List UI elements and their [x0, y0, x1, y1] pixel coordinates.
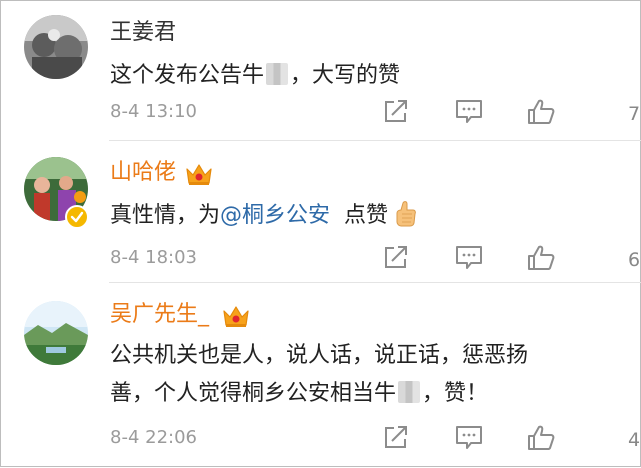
like-button[interactable]	[526, 97, 556, 127]
comment-text-part: 这个发布公告牛	[110, 63, 265, 88]
comment-button[interactable]	[454, 97, 484, 125]
comment-icon	[456, 100, 482, 123]
comment-button[interactable]	[454, 243, 484, 271]
comment-text-part: 真性情，为	[110, 203, 221, 228]
username[interactable]: 吴广先生_	[110, 301, 209, 329]
verified-badge-icon	[65, 205, 89, 229]
like-count: 7	[628, 103, 641, 125]
comment-text-line: 公共机关也是人，说人话，说正话，惩恶扬	[110, 343, 529, 368]
mosaic-censor	[266, 63, 289, 85]
comment-text: 真性情，为@桐乡公安 点赞	[110, 197, 620, 241]
comment-time: 8-4 18:03	[110, 247, 197, 268]
like-icon	[528, 245, 555, 270]
thumbs-up-emoji-icon	[392, 200, 418, 241]
comment-icon	[456, 426, 482, 449]
comment-time: 8-4 13:10	[110, 101, 197, 122]
username[interactable]: 王姜君	[110, 19, 176, 47]
avatar[interactable]	[24, 301, 88, 365]
comment-text-part: ，赞！	[422, 381, 489, 406]
comment-time: 8-4 22:06	[110, 427, 197, 448]
comment-item: 王姜君 这个发布公告牛 ，大写的赞 8-4 13:10 7	[1, 1, 641, 141]
comment-list: 王姜君 这个发布公告牛 ，大写的赞 8-4 13:10 7 山哈佬 真性情，为@…	[0, 0, 641, 467]
share-button[interactable]	[382, 243, 410, 271]
vip-crown-icon	[221, 303, 251, 329]
comment-text-part: ，大写的赞	[290, 63, 401, 88]
comment-text-line: 善，个人觉得桐乡公安相当牛 ，赞！	[110, 375, 620, 413]
share-button[interactable]	[382, 97, 410, 125]
avatar[interactable]	[24, 15, 88, 79]
share-button[interactable]	[382, 423, 410, 451]
mosaic-censor	[398, 381, 421, 403]
comment-text: 公共机关也是人，说人话，说正话，惩恶扬 善，个人觉得桐乡公安相当牛 ，赞！	[110, 337, 620, 413]
comment-text-part: 点赞	[344, 203, 389, 228]
username[interactable]: 山哈佬	[110, 159, 176, 187]
comment-text: 这个发布公告牛 ，大写的赞	[110, 57, 620, 95]
mention-link[interactable]: @桐乡公安	[220, 203, 330, 228]
comment-item: 吴广先生_ 公共机关也是人，说人话，说正话，惩恶扬 善，个人觉得桐乡公安相当牛 ，…	[1, 283, 641, 468]
comment-actions: 7	[382, 97, 641, 137]
share-icon	[385, 426, 407, 448]
comment-actions: 4	[382, 423, 641, 463]
comment-button[interactable]	[454, 423, 484, 451]
vip-crown-icon	[184, 161, 214, 187]
comment-icon	[456, 246, 482, 269]
share-icon	[385, 100, 407, 122]
like-icon	[528, 425, 555, 450]
comment-actions: 6	[382, 243, 641, 283]
like-button[interactable]	[526, 423, 556, 453]
share-icon	[385, 246, 407, 268]
comment-item: 山哈佬 真性情，为@桐乡公安 点赞 8-4 18:03 6	[1, 141, 641, 283]
comment-text-part: 善，个人觉得桐乡公安相当牛	[110, 381, 397, 406]
like-count: 6	[628, 249, 641, 271]
like-icon	[528, 99, 555, 124]
like-count: 4	[628, 429, 641, 451]
like-button[interactable]	[526, 243, 556, 273]
